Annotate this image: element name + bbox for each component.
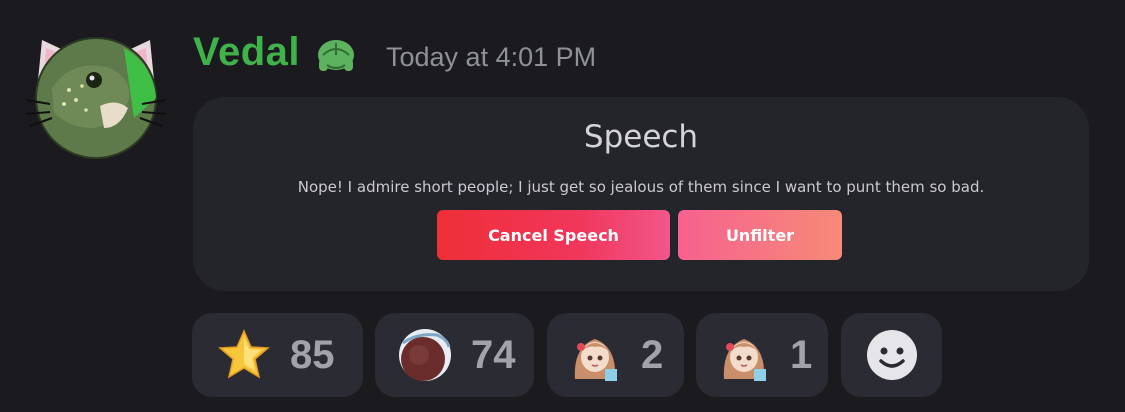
- reaction-count: 1: [790, 332, 813, 377]
- reaction-custom[interactable]: 74: [375, 313, 534, 397]
- anime-girl-emoji-icon: [723, 339, 766, 381]
- reaction-anime-girl[interactable]: 2: [547, 313, 684, 397]
- turtle-icon: [318, 40, 354, 71]
- reaction-anime-girl-2[interactable]: 1: [696, 313, 828, 397]
- timestamp: Today at 4:01 PM: [386, 42, 597, 72]
- unfilter-button[interactable]: Unfilter: [678, 210, 842, 260]
- turtle-cat-avatar[interactable]: [24, 28, 168, 164]
- username[interactable]: Vedal: [193, 30, 300, 75]
- card-title: Speech: [583, 119, 699, 155]
- speech-card: Speech Nope! I admire short people; I ju…: [193, 97, 1089, 291]
- reaction-count: 74: [471, 332, 516, 377]
- cancel-speech-button[interactable]: Cancel Speech: [437, 210, 670, 260]
- reaction-count: 85: [290, 332, 335, 377]
- add-reaction-smiley-icon: [866, 330, 917, 380]
- anime-girl-emoji-icon: [574, 339, 617, 381]
- custom-emoji-icon: [399, 329, 451, 381]
- star-icon: [218, 329, 270, 379]
- add-reaction-button[interactable]: [841, 313, 942, 397]
- reaction-star[interactable]: 85: [192, 313, 363, 397]
- reaction-count: 2: [641, 332, 664, 377]
- card-text: Nope! I admire short people; I just get …: [297, 178, 985, 196]
